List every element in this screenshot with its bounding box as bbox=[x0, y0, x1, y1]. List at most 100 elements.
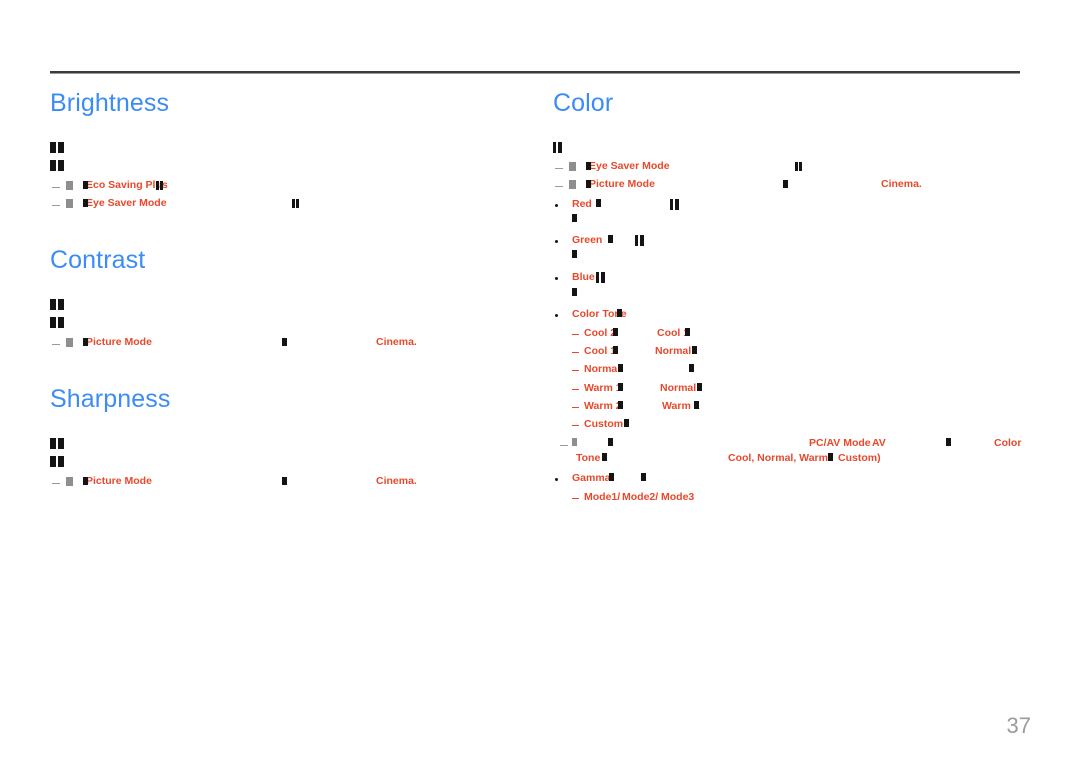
broken-glyph bbox=[50, 142, 64, 153]
subitem-label-normal-alt: Normal bbox=[655, 345, 692, 357]
term-cinema: Cinema. bbox=[376, 336, 417, 348]
dash-marker-icon bbox=[560, 445, 568, 446]
broken-glyph bbox=[618, 401, 623, 409]
broken-glyph bbox=[828, 453, 833, 461]
broken-glyph bbox=[618, 364, 623, 372]
term-picture-mode: Picture Mode bbox=[589, 178, 655, 190]
broken-glyph bbox=[83, 181, 88, 189]
broken-glyph bbox=[635, 235, 644, 246]
broken-glyph bbox=[602, 453, 607, 461]
bullet-label-gamma: Gamma bbox=[572, 472, 611, 484]
broken-glyph bbox=[641, 473, 646, 481]
bullet-marker-icon bbox=[555, 240, 558, 243]
broken-glyph bbox=[608, 438, 613, 446]
broken-glyph bbox=[596, 199, 601, 207]
subitem-label-normal-alt: Normal bbox=[660, 382, 697, 394]
subitem-label-custom: Custom bbox=[584, 418, 624, 430]
term-av: AV bbox=[872, 437, 886, 449]
broken-glyph bbox=[572, 288, 577, 296]
broken-glyph bbox=[292, 199, 299, 208]
broken-glyph bbox=[66, 181, 73, 190]
subitem-label-mode2: Mode2/ bbox=[622, 491, 659, 503]
en-dash-marker-icon bbox=[572, 389, 579, 390]
term-picture-mode: Picture Mode bbox=[86, 475, 152, 487]
term-pc-av-mode: PC/AV Mode bbox=[809, 437, 871, 449]
manual-page: Brightness Eco Saving Plus Eye Saver Mod… bbox=[0, 0, 1080, 763]
broken-glyph bbox=[282, 338, 287, 346]
subitem-label-warm-1: Warm 1 bbox=[584, 382, 622, 394]
broken-glyph bbox=[608, 235, 613, 243]
subitem-label-normal: Normal bbox=[584, 363, 621, 375]
broken-glyph bbox=[586, 162, 591, 170]
term-cinema: Cinema. bbox=[881, 178, 922, 190]
bullet-label-red: Red bbox=[572, 198, 592, 210]
broken-glyph bbox=[586, 180, 591, 188]
section-heading-contrast: Contrast bbox=[50, 246, 146, 274]
subitem-label-warm-2: Warm 2 bbox=[584, 400, 622, 412]
broken-glyph bbox=[50, 299, 64, 310]
broken-glyph bbox=[572, 250, 577, 258]
broken-glyph bbox=[569, 162, 576, 171]
broken-glyph bbox=[156, 181, 163, 190]
broken-glyph bbox=[624, 419, 629, 427]
broken-glyph bbox=[685, 328, 690, 336]
bullet-label-blue: Blue bbox=[572, 271, 595, 283]
broken-glyph bbox=[50, 438, 64, 449]
broken-glyph bbox=[694, 401, 699, 409]
term-cool-normal-warm: Cool, Normal, Warm bbox=[728, 452, 828, 464]
broken-glyph bbox=[50, 456, 64, 467]
en-dash-marker-icon bbox=[572, 498, 579, 499]
broken-glyph bbox=[692, 346, 697, 354]
term-cinema: Cinema. bbox=[376, 475, 417, 487]
broken-glyph bbox=[572, 214, 577, 222]
broken-glyph bbox=[66, 477, 73, 486]
broken-glyph bbox=[795, 162, 802, 171]
broken-glyph bbox=[569, 180, 576, 189]
subitem-label-cool-2: Cool 2 bbox=[584, 327, 617, 339]
broken-glyph bbox=[609, 473, 614, 481]
broken-glyph bbox=[66, 199, 73, 208]
bullet-marker-icon bbox=[555, 314, 558, 317]
subitem-label-mode3: Mode3 bbox=[661, 491, 695, 503]
broken-glyph bbox=[83, 338, 88, 346]
dash-marker-icon bbox=[52, 483, 60, 484]
en-dash-marker-icon bbox=[572, 370, 579, 371]
broken-glyph bbox=[670, 199, 679, 210]
term-tone: Tone bbox=[576, 452, 601, 464]
term-custom-close: Custom) bbox=[838, 452, 881, 464]
bullet-label-green: Green bbox=[572, 234, 603, 246]
broken-glyph bbox=[783, 180, 788, 188]
term-color: Color bbox=[994, 437, 1022, 449]
en-dash-marker-icon bbox=[572, 425, 579, 426]
en-dash-marker-icon bbox=[572, 407, 579, 408]
broken-glyph bbox=[83, 477, 88, 485]
dash-marker-icon bbox=[52, 344, 60, 345]
broken-glyph bbox=[946, 438, 951, 446]
broken-glyph bbox=[553, 142, 562, 153]
broken-glyph bbox=[689, 364, 694, 372]
broken-glyph bbox=[50, 317, 64, 328]
dash-marker-icon bbox=[52, 205, 60, 206]
page-number: 37 bbox=[1006, 713, 1031, 738]
en-dash-marker-icon bbox=[572, 352, 579, 353]
section-heading-color: Color bbox=[553, 89, 614, 117]
en-dash-marker-icon bbox=[572, 334, 579, 335]
term-picture-mode: Picture Mode bbox=[86, 336, 152, 348]
term-eye-saver-mode: Eye Saver Mode bbox=[589, 160, 670, 172]
broken-glyph bbox=[618, 383, 623, 391]
broken-glyph bbox=[50, 160, 64, 171]
dash-marker-icon bbox=[555, 168, 563, 169]
subitem-label-mode1: Mode1/ bbox=[584, 491, 621, 503]
broken-glyph bbox=[282, 477, 287, 485]
header-rule bbox=[50, 71, 1020, 74]
broken-glyph bbox=[697, 383, 702, 391]
term-eye-saver-mode: Eye Saver Mode bbox=[86, 197, 167, 209]
dash-marker-icon bbox=[555, 186, 563, 187]
section-heading-sharpness: Sharpness bbox=[50, 385, 171, 413]
section-heading-brightness: Brightness bbox=[50, 89, 170, 117]
broken-glyph bbox=[596, 272, 605, 283]
dash-marker-icon bbox=[52, 187, 60, 188]
broken-glyph bbox=[66, 338, 73, 347]
broken-glyph bbox=[613, 346, 618, 354]
broken-glyph bbox=[572, 438, 577, 446]
